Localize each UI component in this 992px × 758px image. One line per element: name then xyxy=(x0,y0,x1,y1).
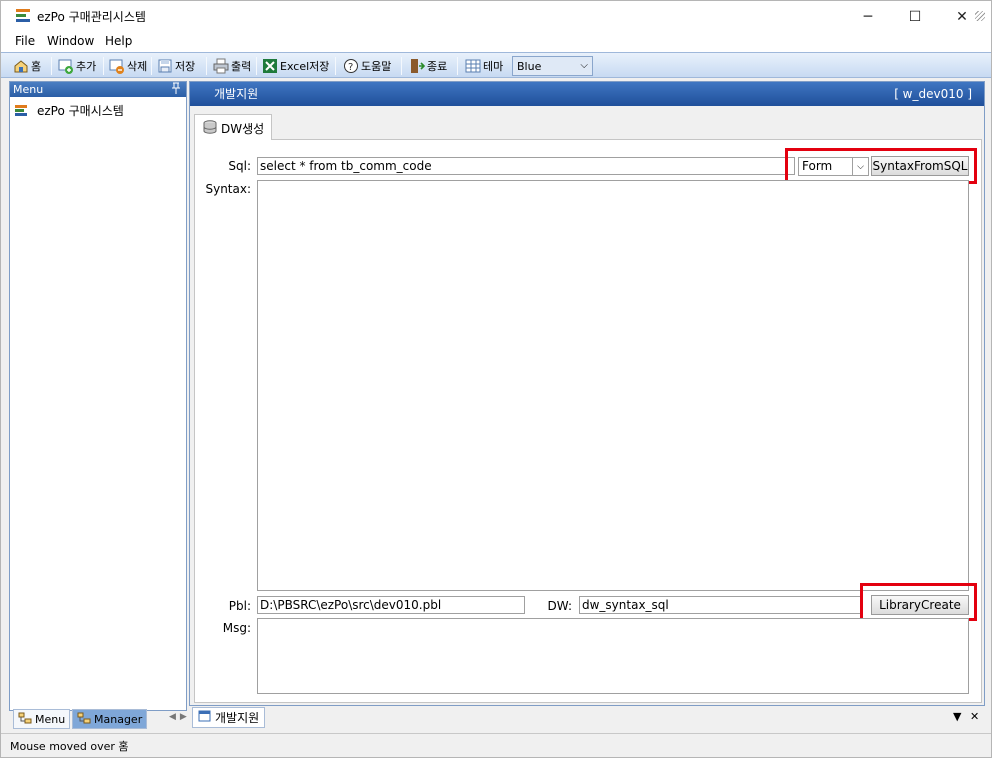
home-icon xyxy=(13,58,29,74)
delete-label: 삭제 xyxy=(127,60,148,73)
theme-label: 테마 xyxy=(483,60,504,73)
theme-grid-icon xyxy=(465,58,481,74)
dw-create-form: Sql: select * from tb_comm_code Form ⌵ S… xyxy=(194,140,982,703)
toolbar-separator xyxy=(457,57,458,75)
excel-save-button[interactable]: Excel저장 xyxy=(260,56,331,76)
menu-panel-title: Menu xyxy=(13,83,44,96)
excel-save-label: Excel저장 xyxy=(280,60,330,73)
theme-select[interactable]: Blue ⌵ xyxy=(512,56,593,76)
home-label: 홈 xyxy=(31,60,42,73)
database-icon xyxy=(203,119,217,137)
delete-icon xyxy=(109,58,125,74)
save-button[interactable]: 저장 xyxy=(155,56,197,76)
menu-bar: File Window Help xyxy=(1,32,991,52)
tab-dw-create-label: DW생성 xyxy=(221,121,265,136)
excel-icon xyxy=(262,58,278,74)
sql-label: Sql: xyxy=(228,159,251,173)
maximize-button[interactable]: ☐ xyxy=(892,1,938,32)
application-window: ezPo 구매관리시스템 ─ ☐ ✕ File Window Help 홈 추가 xyxy=(0,0,992,758)
tree-root-label: ezPo 구매시스템 xyxy=(37,104,124,118)
toolbar-separator xyxy=(256,57,257,75)
window-icon xyxy=(198,710,211,725)
dw-label: DW: xyxy=(547,599,572,613)
chevron-down-icon: ⌵ xyxy=(580,60,588,71)
toolbar-separator xyxy=(401,57,402,75)
sql-input[interactable]: select * from tb_comm_code xyxy=(257,157,795,175)
theme-button[interactable]: 테마 xyxy=(463,56,505,76)
add-button[interactable]: 추가 xyxy=(56,56,98,76)
delete-button[interactable]: 삭제 xyxy=(107,56,149,76)
printer-icon xyxy=(213,58,229,74)
tab-list-dropdown-icon[interactable]: ▼ xyxy=(953,710,961,723)
save-label: 저장 xyxy=(175,60,196,73)
exit-button[interactable]: 종료 xyxy=(407,56,449,76)
dev-support-window: 개발지원 [ w_dev010 ] DW생성 Sql: select * fro… xyxy=(189,81,985,706)
window-tab-bar: 개발지원 ▼ ✕ xyxy=(189,707,985,729)
msg-label: Msg: xyxy=(222,621,251,635)
left-panel-tabs: Menu Manager ◀▶ xyxy=(9,709,187,731)
close-tab-icon[interactable]: ✕ xyxy=(970,710,979,723)
toolbar: 홈 추가 삭제 저장 출력 Excel저장 ? 도움말 종료 테마 Blue ⌵ xyxy=(1,52,991,78)
pin-icon[interactable] xyxy=(171,82,181,97)
system-tree-icon xyxy=(15,104,31,118)
toolbar-separator xyxy=(151,57,152,75)
window-tab-label: 개발지원 xyxy=(215,711,260,725)
menu-file[interactable]: File xyxy=(11,34,39,48)
status-bar: Mouse moved over 홈 xyxy=(1,733,991,755)
tree-icon xyxy=(18,712,32,727)
syntax-textarea[interactable] xyxy=(257,180,969,591)
home-button[interactable]: 홈 xyxy=(11,56,43,76)
svg-text:?: ? xyxy=(348,62,353,73)
window-tab-dev-support[interactable]: 개발지원 xyxy=(192,707,266,728)
add-icon xyxy=(58,58,74,74)
pbl-label: Pbl: xyxy=(228,599,251,613)
status-text: Mouse moved over 홈 xyxy=(10,740,129,753)
tab-menu[interactable]: Menu xyxy=(13,709,71,729)
dw-style-select[interactable]: Form ⌵ xyxy=(798,157,869,176)
save-icon xyxy=(157,58,173,74)
tab-menu-label: Menu xyxy=(35,712,66,726)
toolbar-separator xyxy=(103,57,104,75)
tab-manager[interactable]: Manager xyxy=(72,709,148,729)
menu-panel: Menu ezPo 구매시스템 xyxy=(9,81,187,711)
print-label: 출력 xyxy=(231,60,252,73)
msg-textarea[interactable] xyxy=(257,618,969,694)
menu-panel-header: Menu xyxy=(10,82,186,97)
exit-door-icon xyxy=(409,58,426,74)
toolbar-separator xyxy=(206,57,207,75)
add-label: 추가 xyxy=(76,60,97,73)
syntax-from-sql-button[interactable]: SyntaxFromSQL xyxy=(871,156,969,176)
window-title: ezPo 구매관리시스템 xyxy=(37,10,146,24)
help-icon: ? xyxy=(343,58,359,74)
dw-name-input[interactable]: dw_syntax_sql xyxy=(579,596,861,614)
help-button[interactable]: ? 도움말 xyxy=(341,56,393,76)
tree-icon xyxy=(77,712,91,727)
menu-window[interactable]: Window xyxy=(43,34,98,48)
pbl-input[interactable]: D:\PBSRC\ezPo\src\dev010.pbl xyxy=(257,596,525,614)
window-header: 개발지원 [ w_dev010 ] xyxy=(190,82,984,106)
tab-strip: DW생성 xyxy=(194,114,982,141)
syntax-label: Syntax: xyxy=(205,182,251,196)
library-create-button[interactable]: LibraryCreate xyxy=(871,595,969,615)
resize-grip-icon[interactable] xyxy=(975,11,985,21)
app-icon xyxy=(15,8,31,24)
theme-value: Blue xyxy=(517,60,542,73)
chevron-down-icon: ⌵ xyxy=(852,158,868,175)
minimize-button[interactable]: ─ xyxy=(845,1,891,32)
tab-dw-create[interactable]: DW생성 xyxy=(194,114,272,141)
title-bar: ezPo 구매관리시스템 ─ ☐ ✕ xyxy=(1,1,991,32)
print-button[interactable]: 출력 xyxy=(211,56,253,76)
dw-style-value: Form xyxy=(802,159,833,173)
tab-manager-label: Manager xyxy=(94,712,143,726)
window-code: [ w_dev010 ] xyxy=(894,87,972,101)
toolbar-separator xyxy=(51,57,52,75)
scroll-tabs-arrows-icon[interactable]: ◀▶ xyxy=(169,712,191,722)
menu-help[interactable]: Help xyxy=(101,34,136,48)
tree-root-item[interactable]: ezPo 구매시스템 xyxy=(15,102,124,119)
help-label: 도움말 xyxy=(361,60,392,73)
exit-label: 종료 xyxy=(427,60,448,73)
window-header-title: 개발지원 xyxy=(214,87,259,101)
toolbar-separator xyxy=(335,57,336,75)
